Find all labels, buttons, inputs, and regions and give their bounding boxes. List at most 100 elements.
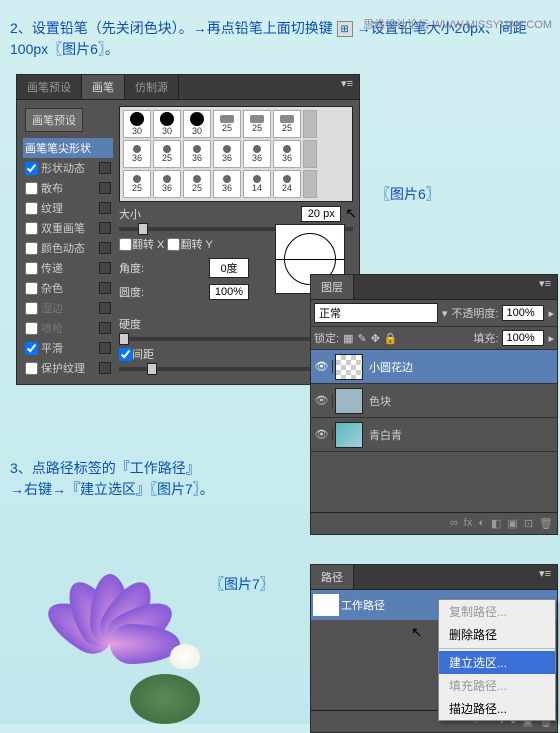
layer-footer-icon[interactable]: fx <box>464 517 473 530</box>
option-checkbox[interactable] <box>25 242 38 255</box>
layer-footer-icon[interactable]: ⊡ <box>524 517 533 530</box>
lock-icon[interactable] <box>99 242 111 254</box>
lock-icon[interactable] <box>99 222 111 234</box>
context-menu-item[interactable]: 删除路径 <box>439 623 555 646</box>
brush-option-row[interactable]: 画笔笔尖形状 <box>23 138 113 158</box>
option-checkbox[interactable] <box>25 302 38 315</box>
visibility-eye-icon[interactable]: 👁 <box>311 394 333 407</box>
lock-icon[interactable] <box>99 342 111 354</box>
brush-option-row[interactable]: 纹理 <box>23 198 113 218</box>
lock-paint-icon[interactable]: ✎ <box>357 332 366 345</box>
flip-y-checkbox[interactable] <box>167 238 180 251</box>
fill-input[interactable]: 100% <box>502 330 544 346</box>
lock-icon[interactable] <box>99 202 111 214</box>
option-checkbox[interactable] <box>25 222 38 235</box>
option-checkbox[interactable] <box>25 262 38 275</box>
layers-footer: ∞ fx ◐ ◧ ▣ ⊡ 🗑 <box>311 512 557 534</box>
flip-x-checkbox[interactable] <box>119 238 132 251</box>
tab-paths[interactable]: 路径 <box>311 565 354 589</box>
brush-tip-cell[interactable]: 36 <box>153 170 181 198</box>
spacing-checkbox[interactable] <box>119 348 132 361</box>
context-menu-item[interactable]: 描边路径... <box>439 697 555 720</box>
opacity-input[interactable]: 100% <box>502 305 544 321</box>
lock-icon[interactable] <box>99 262 111 274</box>
brush-option-row[interactable]: 双重画笔 <box>23 218 113 238</box>
tab-brush[interactable]: 画笔 <box>82 75 125 99</box>
brush-preset-button[interactable]: 画笔预设 <box>25 108 83 132</box>
layer-footer-icon[interactable]: 🗑 <box>539 517 553 530</box>
brush-tip-cell[interactable]: 25 <box>273 110 301 138</box>
brush-option-row[interactable]: 平滑 <box>23 338 113 358</box>
brush-tip-cell[interactable]: 24 <box>273 170 301 198</box>
context-menu-item[interactable]: 建立选区... <box>439 651 555 674</box>
brush-tip-grid[interactable]: 303030252525362536363636253625361424 <box>119 106 353 202</box>
visibility-eye-icon[interactable]: 👁 <box>311 360 333 373</box>
brush-tip-cell[interactable]: 36 <box>183 140 211 168</box>
brush-tip-cell[interactable]: 36 <box>123 140 151 168</box>
brush-tip-cell[interactable]: 30 <box>183 110 211 138</box>
brush-option-row[interactable]: 形状动态 <box>23 158 113 178</box>
brush-tip-cell[interactable]: 14 <box>243 170 271 198</box>
scrollbar[interactable] <box>303 170 317 198</box>
option-checkbox[interactable] <box>25 162 38 175</box>
visibility-eye-icon[interactable]: 👁 <box>311 428 333 441</box>
lock-icon[interactable] <box>99 182 111 194</box>
tab-layers[interactable]: 图层 <box>311 275 354 299</box>
lock-icon[interactable] <box>99 302 111 314</box>
option-checkbox[interactable] <box>25 202 38 215</box>
lock-transparency-icon[interactable]: ▦ <box>343 332 353 345</box>
lock-icon[interactable] <box>99 282 111 294</box>
size-label: 大小 <box>119 206 157 222</box>
layer-row[interactable]: 👁小圆花边 <box>311 350 557 384</box>
brush-tip-cell[interactable]: 36 <box>273 140 301 168</box>
layer-row[interactable]: 👁青白青 <box>311 418 557 452</box>
brush-tip-cell[interactable]: 30 <box>153 110 181 138</box>
brush-option-row[interactable]: 湿边 <box>23 298 113 318</box>
option-checkbox[interactable] <box>25 322 38 335</box>
panel-menu-icon[interactable]: ▾≡ <box>533 565 557 589</box>
brush-tip-cell[interactable]: 25 <box>183 170 211 198</box>
tab-clone-source[interactable]: 仿制源 <box>125 75 179 99</box>
lock-icon[interactable] <box>99 162 111 174</box>
layer-footer-icon[interactable]: ◧ <box>491 517 501 530</box>
option-checkbox[interactable] <box>25 182 38 195</box>
option-checkbox[interactable] <box>25 282 38 295</box>
brush-option-row[interactable]: 散布 <box>23 178 113 198</box>
brush-tip-cell[interactable]: 25 <box>153 140 181 168</box>
dropdown-icon[interactable]: ▾ <box>442 307 448 320</box>
blend-mode-select[interactable]: 正常 <box>314 303 438 323</box>
size-input[interactable]: 20 px <box>301 206 341 222</box>
scrollbar[interactable] <box>303 140 317 168</box>
dropdown-icon[interactable]: ▸ <box>548 307 554 320</box>
context-menu-item: 填充路径... <box>439 674 555 697</box>
brush-tip-cell[interactable]: 30 <box>123 110 151 138</box>
dropdown-icon[interactable]: ▸ <box>548 332 554 345</box>
layer-footer-icon[interactable]: ∞ <box>450 517 458 530</box>
lock-all-icon[interactable]: 🔒 <box>384 332 398 345</box>
brush-tip-cell[interactable]: 36 <box>213 140 241 168</box>
brush-option-row[interactable]: 杂色 <box>23 278 113 298</box>
lock-position-icon[interactable]: ✥ <box>371 332 380 345</box>
brush-option-row[interactable]: 保护纹理 <box>23 358 113 378</box>
brush-tip-cell[interactable]: 25 <box>123 170 151 198</box>
brush-option-row[interactable]: 喷枪 <box>23 318 113 338</box>
lock-icon[interactable] <box>99 322 111 334</box>
lock-icon[interactable] <box>99 362 111 374</box>
brush-option-row[interactable]: 颜色动态 <box>23 238 113 258</box>
brush-tip-cell[interactable]: 36 <box>243 140 271 168</box>
layer-footer-icon[interactable]: ◐ <box>478 517 485 530</box>
brush-tip-cell[interactable]: 25 <box>243 110 271 138</box>
layer-footer-icon[interactable]: ▣ <box>507 517 517 530</box>
angle-input[interactable]: 0度 <box>209 258 249 278</box>
option-checkbox[interactable] <box>25 362 38 375</box>
roundness-input[interactable]: 100% <box>209 284 249 300</box>
layer-row[interactable]: 👁色块 <box>311 384 557 418</box>
brush-tip-cell[interactable]: 25 <box>213 110 241 138</box>
tab-brush-presets[interactable]: 画笔预设 <box>17 75 82 99</box>
scrollbar[interactable] <box>303 110 317 138</box>
option-checkbox[interactable] <box>25 342 38 355</box>
brush-option-row[interactable]: 传递 <box>23 258 113 278</box>
brush-tip-cell[interactable]: 36 <box>213 170 241 198</box>
panel-menu-icon[interactable]: ▾≡ <box>533 275 557 299</box>
panel-menu-icon[interactable]: ▾≡ <box>335 75 359 99</box>
